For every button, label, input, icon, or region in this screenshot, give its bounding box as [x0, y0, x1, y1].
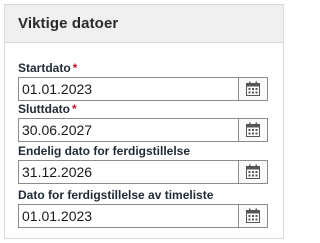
- end-date-calendar-button[interactable]: [238, 118, 268, 142]
- start-date-input-group: [18, 77, 268, 101]
- start-date-label: Startdato *: [18, 61, 276, 75]
- end-date-input[interactable]: [18, 118, 238, 142]
- calendar-icon: [246, 122, 260, 137]
- timesheet-completion-date-label: Dato for ferdigstillelse av timeliste: [18, 188, 214, 202]
- final-completion-date-input-group: [18, 160, 268, 184]
- timesheet-completion-date-input[interactable]: [18, 204, 238, 228]
- end-date-label-text: Sluttdato: [18, 102, 70, 116]
- final-completion-date-input[interactable]: [18, 160, 238, 184]
- calendar-icon: [246, 164, 260, 179]
- calendar-icon: [246, 81, 260, 96]
- end-date-field: Sluttdato *: [18, 102, 276, 142]
- final-completion-date-field: Endelig dato for ferdigstillelse: [18, 144, 276, 184]
- timesheet-completion-date-calendar-button[interactable]: [238, 204, 268, 228]
- start-date-input[interactable]: [18, 77, 238, 101]
- panel-header: Viktige datoer: [5, 5, 283, 43]
- final-completion-date-calendar-button[interactable]: [238, 160, 268, 184]
- important-dates-panel: Viktige datoer Startdato * 01.01.2023 Sl…: [4, 4, 284, 239]
- start-date-calendar-button[interactable]: [238, 77, 268, 101]
- end-date-input-group: [18, 118, 268, 142]
- start-date-label-text: Startdato: [18, 61, 71, 75]
- timesheet-completion-date-field: Dato for ferdigstillelse av timeliste: [18, 188, 276, 228]
- timesheet-completion-date-input-group: [18, 204, 268, 228]
- required-marker: *: [72, 102, 77, 116]
- calendar-icon: [246, 208, 260, 223]
- required-marker: *: [72, 61, 78, 75]
- end-date-label: Sluttdato *: [18, 102, 276, 116]
- final-completion-date-label: Endelig dato for ferdigstillelse: [18, 144, 191, 158]
- start-date-field: Startdato *: [18, 61, 276, 101]
- panel-title: Viktige datoer: [18, 15, 119, 32]
